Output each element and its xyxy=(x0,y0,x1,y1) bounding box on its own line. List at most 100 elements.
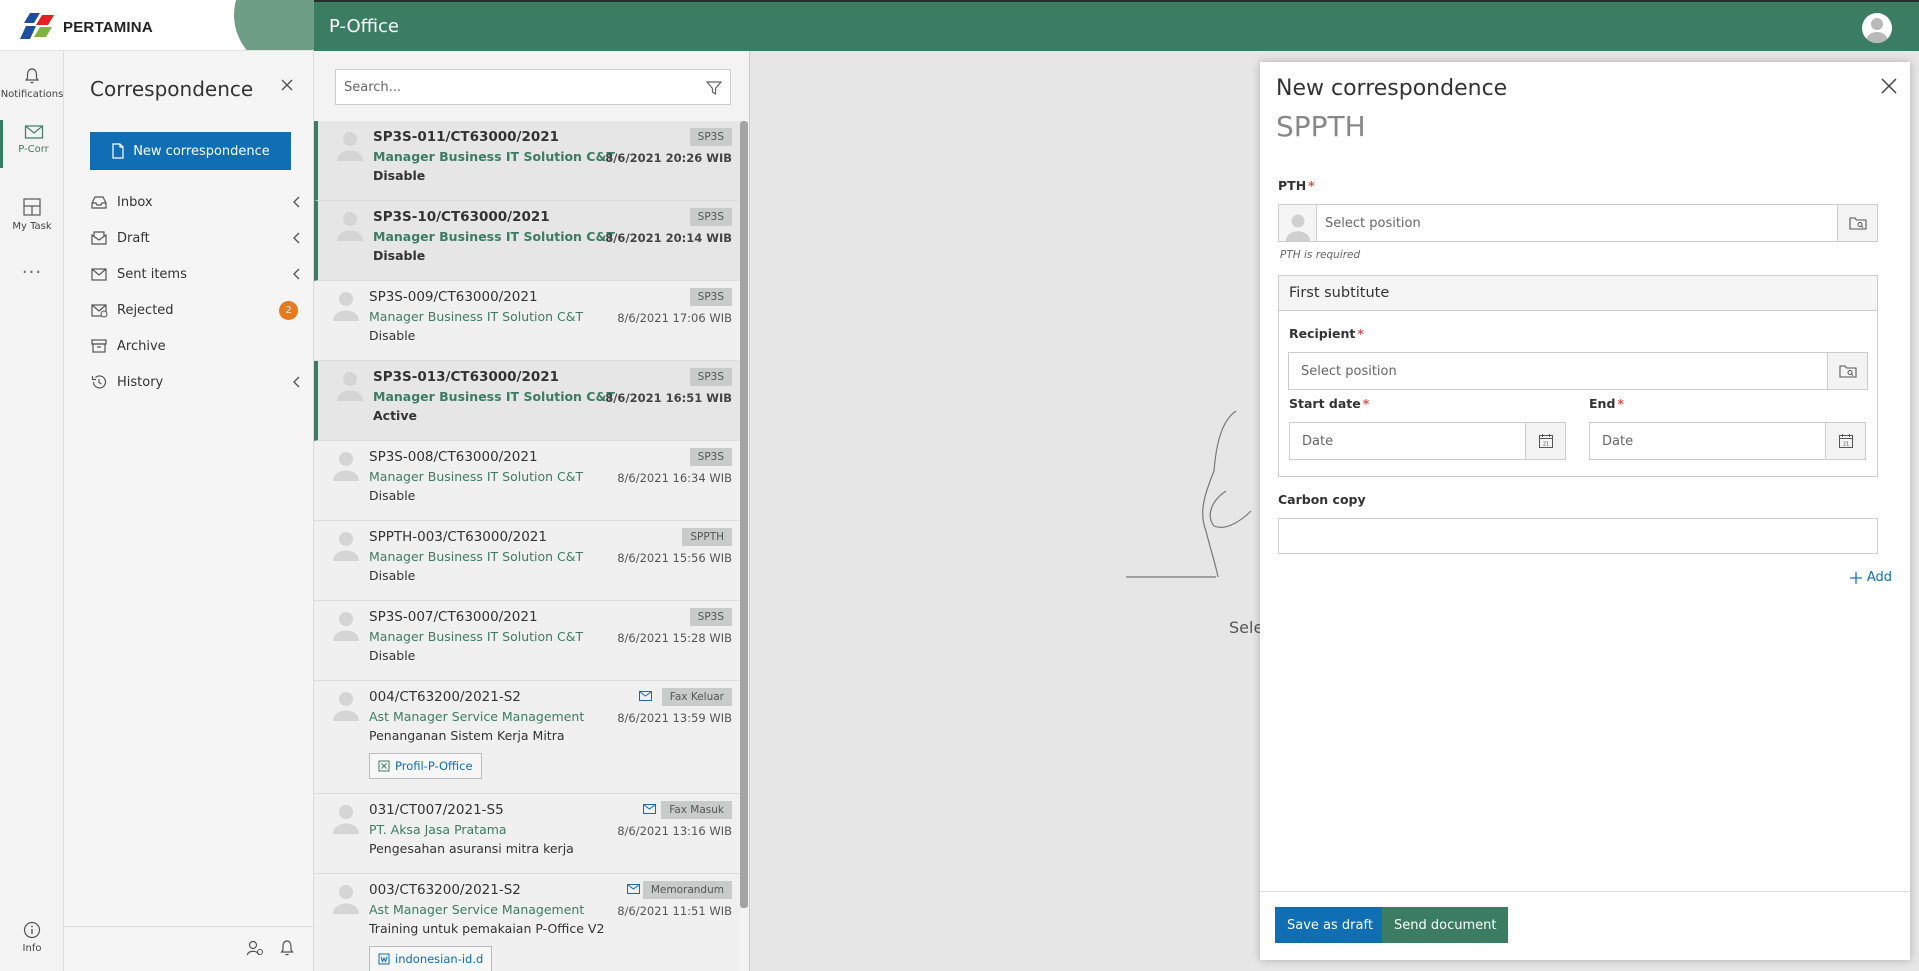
carbon-copy-input[interactable] xyxy=(1278,518,1878,554)
rail-more-button[interactable]: ... xyxy=(0,257,64,278)
list-item-from: Manager Business IT Solution C&T xyxy=(373,149,615,164)
user-avatar[interactable] xyxy=(1862,13,1892,43)
filter-icon[interactable] xyxy=(706,80,722,96)
list-item[interactable]: SP3S-007/CT63000/2021 Manager Business I… xyxy=(314,601,740,681)
pth-browse-button[interactable] xyxy=(1837,205,1877,241)
pth-field[interactable]: Select position xyxy=(1278,204,1878,242)
list-item-date: 8/6/2021 15:56 WIB xyxy=(617,551,732,565)
nav-item-archive[interactable]: Archive xyxy=(90,331,304,361)
person-avatar-icon xyxy=(1285,214,1310,241)
list-item[interactable]: 031/CT007/2021-S5 PT. Aksa Jasa Pratama … xyxy=(314,794,740,874)
list-item-tag: SP3S xyxy=(689,448,732,466)
nav-item-archive-label: Archive xyxy=(117,338,166,354)
start-date-field[interactable]: Date 21 xyxy=(1289,422,1566,460)
list-item-code: 004/CT63200/2021-S2 xyxy=(369,689,521,705)
list-item-date: 8/6/2021 11:51 WIB xyxy=(617,904,732,918)
calendar-icon: 21 xyxy=(1538,434,1553,448)
memo-icon xyxy=(627,884,640,894)
save-as-draft-button[interactable]: Save as draft xyxy=(1275,907,1385,943)
carbon-copy-label: Carbon copy xyxy=(1278,492,1366,507)
list-item-tag: SP3S xyxy=(689,128,732,146)
list-item[interactable]: SP3S-013/CT63000/2021 Manager Business I… xyxy=(314,361,740,441)
correspondence-list: SP3S-011/CT63000/2021 Manager Business I… xyxy=(314,121,740,971)
nav-item-history-label: History xyxy=(117,374,164,390)
list-item[interactable]: SP3S-10/CT63000/2021 Manager Business IT… xyxy=(314,201,740,281)
required-marker: * xyxy=(1308,178,1315,193)
person-avatar-icon xyxy=(337,212,363,241)
search-box[interactable]: Search... xyxy=(335,69,731,105)
list-item[interactable]: SP3S-008/CT63000/2021 Manager Business I… xyxy=(314,441,740,521)
new-correspondence-button[interactable]: New correspondence xyxy=(90,132,291,170)
empty-state-illustration xyxy=(1126,410,1252,578)
list-item-from: Manager Business IT Solution C&T xyxy=(373,229,615,244)
rail-notifications[interactable]: Notifications xyxy=(0,67,64,100)
list-item-from: Manager Business IT Solution C&T xyxy=(373,389,615,404)
dialog-title: New correspondence xyxy=(1276,76,1508,101)
person-avatar-icon xyxy=(333,532,359,561)
nav-item-inbox[interactable]: Inbox xyxy=(90,187,304,217)
close-icon[interactable] xyxy=(1880,77,1898,95)
list-item[interactable]: SP3S-009/CT63000/2021 Manager Business I… xyxy=(314,281,740,361)
end-date-label: End * xyxy=(1589,396,1624,411)
left-rail: Notifications P-Corr My Task ... Info xyxy=(0,51,64,971)
attachment-name: indonesian-id.d xyxy=(395,952,484,966)
sent-icon xyxy=(91,268,107,281)
rejected-icon xyxy=(91,304,108,318)
fax-icon xyxy=(643,804,656,814)
new-correspondence-label: New correspondence xyxy=(133,143,270,159)
rail-pcorr[interactable]: P-Corr xyxy=(0,120,64,168)
svg-text:21: 21 xyxy=(1542,442,1548,448)
send-document-button[interactable]: Send document xyxy=(1382,907,1509,943)
pertamina-logo-icon xyxy=(20,13,54,39)
list-item[interactable]: SPPTH-003/CT63000/2021 Manager Business … xyxy=(314,521,740,601)
end-date-input[interactable]: Date xyxy=(1602,434,1633,449)
search-input[interactable]: Search... xyxy=(344,80,401,95)
pth-input[interactable]: Select position xyxy=(1325,216,1421,231)
end-date-field[interactable]: Date 21 xyxy=(1589,422,1866,460)
list-scrollbar[interactable] xyxy=(740,121,748,908)
list-item-code: SP3S-013/CT63000/2021 xyxy=(373,369,560,385)
nav-item-draft[interactable]: Draft xyxy=(90,223,304,253)
chevron-left-icon xyxy=(293,196,300,208)
pth-avatar xyxy=(1279,205,1317,241)
list-item-from: Manager Business IT Solution C&T xyxy=(369,469,584,484)
list-item[interactable]: SP3S-011/CT63000/2021 Manager Business I… xyxy=(314,121,740,201)
list-item[interactable]: 004/CT63200/2021-S2 Ast Manager Service … xyxy=(314,681,740,794)
rail-notifications-label: Notifications xyxy=(0,89,64,100)
brand-name: PERTAMINA xyxy=(63,19,153,36)
correspondence-nav-panel: Correspondence New correspondence Inbox … xyxy=(64,51,314,971)
list-item[interactable]: 003/CT63200/2021-S2 Ast Manager Service … xyxy=(314,874,740,971)
bell-icon[interactable] xyxy=(279,939,295,957)
list-item-tag: SP3S xyxy=(689,368,732,386)
end-date-picker-button[interactable]: 21 xyxy=(1825,423,1865,459)
nav-item-rejected[interactable]: Rejected 2 xyxy=(90,295,304,325)
add-carbon-copy-link[interactable]: Add xyxy=(1849,570,1892,585)
rail-mytask[interactable]: My Task xyxy=(0,197,64,232)
close-icon[interactable] xyxy=(280,78,294,92)
calendar-icon: 21 xyxy=(1838,434,1853,448)
list-item-tag: SPPTH xyxy=(682,528,732,546)
word-file-icon xyxy=(378,953,390,965)
rail-info[interactable]: Info xyxy=(0,921,64,954)
list-item-subject: Disable xyxy=(373,248,426,263)
mail-icon xyxy=(24,125,43,139)
recipient-field[interactable]: Select position xyxy=(1288,352,1868,390)
user-settings-icon[interactable] xyxy=(246,939,264,957)
person-avatar-icon xyxy=(333,805,359,834)
dialog-subtitle: SPPTH xyxy=(1276,110,1366,143)
nav-item-history[interactable]: History xyxy=(90,367,304,397)
recipient-browse-button[interactable] xyxy=(1827,353,1867,389)
rejected-count-badge: 2 xyxy=(279,301,298,320)
list-item-date: 8/6/2021 16:51 WIB xyxy=(605,391,732,405)
first-substitute-heading: First subtitute xyxy=(1279,276,1877,311)
nav-item-sent[interactable]: Sent items xyxy=(90,259,304,289)
folder-search-icon xyxy=(1848,217,1867,230)
attachment-chip[interactable]: Profil-P-Office xyxy=(369,753,482,779)
list-item-code: SP3S-009/CT63000/2021 xyxy=(369,289,538,305)
start-date-input[interactable]: Date xyxy=(1302,434,1333,449)
folder-search-icon xyxy=(1838,365,1857,378)
start-date-picker-button[interactable]: 21 xyxy=(1525,423,1565,459)
rail-pcorr-label: P-Corr xyxy=(18,144,49,155)
attachment-chip[interactable]: indonesian-id.d xyxy=(369,946,493,971)
recipient-input[interactable]: Select position xyxy=(1301,364,1397,379)
